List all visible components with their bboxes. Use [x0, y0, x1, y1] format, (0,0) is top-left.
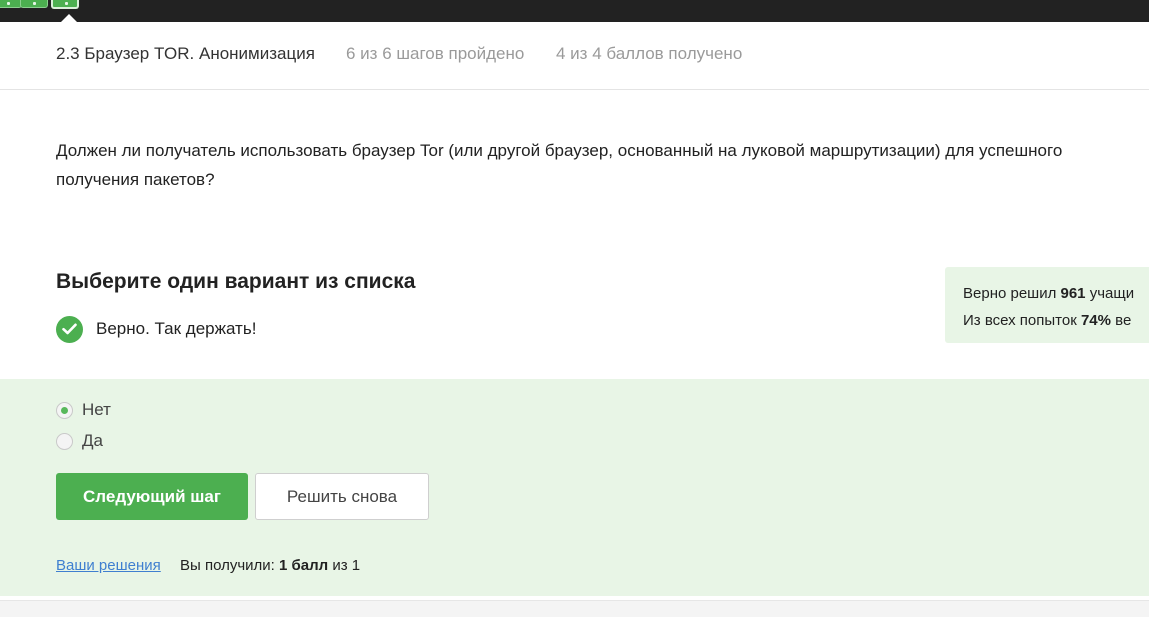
step-tab-2[interactable] [20, 0, 48, 8]
stats-solved-suffix: учащи [1085, 285, 1135, 302]
your-solutions-link[interactable]: Ваши решения [56, 557, 161, 574]
step-marker-icon [7, 2, 10, 5]
stats-attempts-suffix: ве [1110, 312, 1132, 329]
points-progress: 4 из 4 баллов получено [556, 44, 743, 63]
radio-button[interactable] [56, 432, 73, 450]
steps-progress: 6 из 6 шагов пройдено [346, 44, 525, 63]
step-marker-icon [65, 2, 68, 5]
score-value: 1 балл [279, 557, 329, 574]
correct-feedback: Верно. Так держать! [56, 315, 256, 343]
checkmark-icon [56, 315, 83, 343]
option-no[interactable]: Нет [56, 400, 111, 420]
stats-attempts-label: Из всех попыток [963, 312, 1081, 329]
option-yes[interactable]: Да [56, 431, 103, 451]
lesson-title: 2.3 Браузер TOR. Анонимизация [56, 44, 315, 63]
option-label: Да [82, 431, 103, 450]
page-bottom-strip [0, 600, 1149, 617]
step-marker-icon [33, 2, 36, 5]
feedback-text: Верно. Так держать! [96, 319, 257, 338]
option-label: Нет [82, 400, 111, 419]
quiz-title: Выберите один вариант из списка [56, 270, 416, 293]
stats-solved-label: Верно решил [963, 285, 1061, 302]
radio-button-selected[interactable] [56, 401, 73, 419]
score-label: Вы получили: [180, 557, 280, 574]
step-tab-current[interactable] [51, 0, 79, 9]
top-navigation-bar [0, 0, 1149, 22]
question-text: Должен ли получатель использовать браузе… [56, 141, 1063, 189]
stats-solved-line: Верно решил 961 учащи [963, 280, 1149, 307]
score-total: из 1 [328, 557, 361, 574]
stats-solved-count: 961 [1060, 285, 1086, 302]
stats-attempts-percent: 74% [1080, 312, 1111, 329]
next-step-button[interactable]: Следующий шаг [56, 473, 248, 520]
step-tab-1[interactable] [0, 0, 22, 8]
retry-button[interactable]: Решить снова [255, 473, 429, 520]
score-text: Вы получили: 1 балл из 1 [180, 557, 360, 574]
solve-stats-panel: Верно решил 961 учащи Из всех попыток 74… [945, 267, 1149, 343]
stats-attempts-line: Из всех попыток 74% ве [963, 307, 1149, 334]
lesson-header: 2.3 Браузер TOR. Анонимизация 6 из 6 шаг… [0, 22, 1149, 90]
current-step-caret-icon [61, 14, 77, 22]
